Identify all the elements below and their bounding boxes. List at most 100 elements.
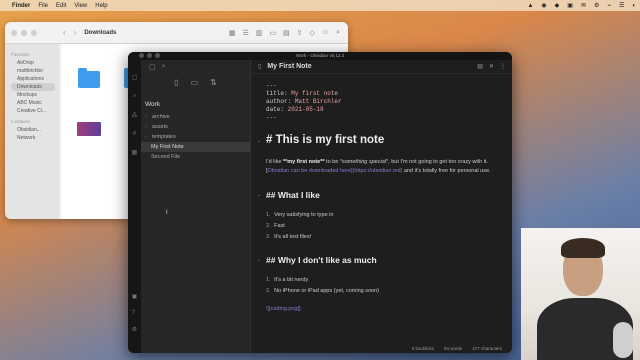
new-note-icon[interactable]: ▯ bbox=[174, 78, 178, 87]
sidebar-section-title: Locations bbox=[11, 119, 31, 124]
finder-nav: ‹ › bbox=[63, 28, 76, 37]
search-icon[interactable]: ⌕ bbox=[336, 29, 340, 37]
menu-view[interactable]: View bbox=[74, 3, 87, 9]
files-tab-icon[interactable]: ▢ bbox=[149, 63, 156, 71]
sidebar-item-applications[interactable]: Applications bbox=[11, 75, 59, 83]
note-content[interactable]: --- title: My first note author: Matt Bi… bbox=[257, 82, 498, 339]
sidebar-item-home[interactable]: mattbirchler bbox=[11, 67, 59, 75]
tag-icon[interactable]: ◇ bbox=[310, 29, 315, 37]
vault-icon[interactable]: ▣ bbox=[132, 293, 138, 300]
group-icon[interactable]: ▤ bbox=[283, 29, 290, 37]
chevron-right-icon: › bbox=[145, 124, 147, 130]
note-title[interactable]: My First Note bbox=[267, 63, 311, 70]
sidebar-item-airdrop[interactable]: AirDrop bbox=[11, 59, 59, 67]
search-tab-icon[interactable]: ⌕ bbox=[162, 63, 166, 71]
fold-icon[interactable]: ⌄ bbox=[257, 257, 261, 263]
action-icon[interactable]: ☺ bbox=[322, 29, 329, 37]
status-icon[interactable]: ⚙ bbox=[594, 2, 599, 9]
editor-header: ▯ My First Note ▤ ✕ ⋮ bbox=[252, 60, 512, 74]
obsidian-window: Work - Obsidian v0.12.3 ▢ ⌕ ⁂ # ▦ ▣ ? ⚙ … bbox=[128, 52, 512, 353]
sidebar-item-obsidian[interactable]: Obsidian... bbox=[11, 126, 59, 134]
menu-file[interactable]: File bbox=[38, 3, 48, 9]
image-thumbnail[interactable] bbox=[77, 122, 101, 136]
share-icon[interactable]: ⇪ bbox=[297, 29, 303, 37]
sidebar-item-abc-music[interactable]: ABC Music bbox=[11, 99, 59, 107]
close-pane-icon[interactable]: ✕ bbox=[489, 63, 494, 70]
finder-window-controls bbox=[5, 29, 37, 36]
status-icon[interactable]: ☰ bbox=[619, 2, 624, 9]
sidebar-section-title: Favorites bbox=[11, 52, 30, 57]
toggle-preview-icon[interactable]: ▤ bbox=[477, 63, 483, 70]
fold-icon[interactable]: ⌄ bbox=[257, 192, 261, 198]
status-icon[interactable]: ◆ bbox=[555, 2, 560, 9]
more-options-icon[interactable]: ⋮ bbox=[500, 63, 506, 70]
minimize-button[interactable] bbox=[21, 29, 27, 36]
tag-icon[interactable]: # bbox=[133, 131, 136, 137]
folder-icon[interactable] bbox=[78, 68, 100, 88]
frontmatter-delimiter: --- bbox=[266, 114, 277, 121]
window-title: Work - Obsidian v0.12.3 bbox=[295, 53, 345, 58]
menubar: Finder File Edit View Help ▲ ◉ ◆ ▣ ✉ ⚙ ⌁… bbox=[0, 0, 640, 11]
close-button[interactable] bbox=[11, 29, 17, 36]
tree-folder-templates[interactable]: › templates bbox=[141, 132, 250, 142]
status-icon[interactable]: ◉ bbox=[541, 2, 546, 9]
frontmatter: --- title: My first note author: Matt Bi… bbox=[266, 82, 498, 122]
frontmatter-date: date: 2021-05-18 bbox=[266, 106, 324, 113]
fold-icon[interactable]: ⌄ bbox=[257, 138, 261, 144]
menu-help[interactable]: Help bbox=[95, 3, 107, 9]
settings-icon[interactable]: ⚙ bbox=[132, 326, 138, 333]
tree-file-second-file[interactable]: Second File bbox=[141, 152, 250, 162]
status-icon[interactable]: ▲ bbox=[527, 3, 533, 9]
tree-file-my-first-note[interactable]: My First Note bbox=[141, 142, 250, 152]
column-view-icon[interactable]: ▥ bbox=[256, 29, 263, 37]
calendar-icon[interactable]: ▦ bbox=[132, 149, 138, 156]
frontmatter-delimiter: --- bbox=[266, 82, 277, 89]
frontmatter-author: author: Matt Birchler bbox=[266, 98, 342, 105]
menu-app[interactable]: Finder bbox=[12, 3, 30, 9]
paragraph: I'd like **my first note** to be *someth… bbox=[266, 159, 491, 174]
status-icon[interactable]: ⌁ bbox=[607, 2, 611, 9]
vault-name[interactable]: Work bbox=[145, 101, 250, 108]
grid-view-icon[interactable]: ▦ bbox=[229, 29, 236, 37]
heading-2-dislike: ⌄ ## Why I don't like as much bbox=[257, 255, 377, 265]
back-icon[interactable]: ‹ bbox=[63, 28, 66, 37]
sidebar-item-mockups[interactable]: Mockups bbox=[11, 91, 59, 99]
list-view-icon[interactable]: ☰ bbox=[243, 29, 249, 37]
tree-folder-assets[interactable]: › assets bbox=[141, 122, 250, 132]
character-count: 477 characters bbox=[472, 346, 502, 351]
status-icon[interactable]: ▣ bbox=[567, 2, 573, 9]
tree-folder-archive[interactable]: › archive bbox=[141, 112, 250, 122]
heading-1: ⌄ # This is my first note bbox=[257, 134, 385, 146]
dislikes-list: 1. It's a bit nerdy 2. No iPhone or iPad… bbox=[266, 275, 498, 297]
sidebar-item-downloads[interactable]: Downloads bbox=[11, 83, 55, 91]
forward-icon[interactable]: › bbox=[74, 28, 77, 37]
menu-edit[interactable]: Edit bbox=[56, 3, 66, 9]
heading-2-like: ⌄ ## What I like bbox=[257, 190, 320, 200]
gallery-view-icon[interactable]: ▭ bbox=[269, 29, 276, 37]
sort-icon[interactable]: ⇅ bbox=[210, 78, 217, 87]
status-icon[interactable]: ◐ bbox=[632, 3, 636, 9]
zoom-button[interactable] bbox=[31, 29, 37, 36]
link-text[interactable]: Obsidian can be downloaded here bbox=[268, 168, 351, 174]
editor-pane: ▯ My First Note ▤ ✕ ⋮ --- title: My firs… bbox=[252, 60, 512, 353]
status-icon[interactable]: ✉ bbox=[581, 2, 586, 9]
presenter-hair bbox=[561, 238, 605, 258]
sidebar-item-network[interactable]: Network bbox=[11, 134, 59, 142]
minimize-button[interactable] bbox=[147, 53, 152, 58]
zoom-button[interactable] bbox=[155, 53, 160, 58]
graph-view-icon[interactable]: ⁂ bbox=[132, 112, 138, 119]
open-quick-switcher-icon[interactable]: ▢ bbox=[132, 74, 138, 81]
close-button[interactable] bbox=[139, 53, 144, 58]
microphone-icon bbox=[613, 322, 633, 358]
left-ribbon: ▢ ⌕ ⁂ # ▦ ▣ ? ⚙ bbox=[128, 60, 141, 353]
status-bar: 0 backlinks 94 words 477 characters bbox=[332, 344, 512, 353]
search-icon[interactable]: ⌕ bbox=[133, 93, 136, 100]
explorer-actions: ▯ ▭ ⇅ bbox=[141, 78, 250, 87]
sidebar-item-creative-cloud[interactable]: Creative Cl... bbox=[11, 107, 59, 115]
new-folder-icon[interactable]: ▭ bbox=[191, 78, 199, 87]
editor-actions: ▤ ✕ ⋮ bbox=[477, 63, 506, 70]
help-icon[interactable]: ? bbox=[132, 310, 138, 316]
document-icon: ▯ bbox=[258, 64, 262, 70]
backlinks-count[interactable]: 0 backlinks bbox=[412, 346, 434, 351]
link-url[interactable]: ](https://obsidian.md) bbox=[351, 168, 402, 174]
